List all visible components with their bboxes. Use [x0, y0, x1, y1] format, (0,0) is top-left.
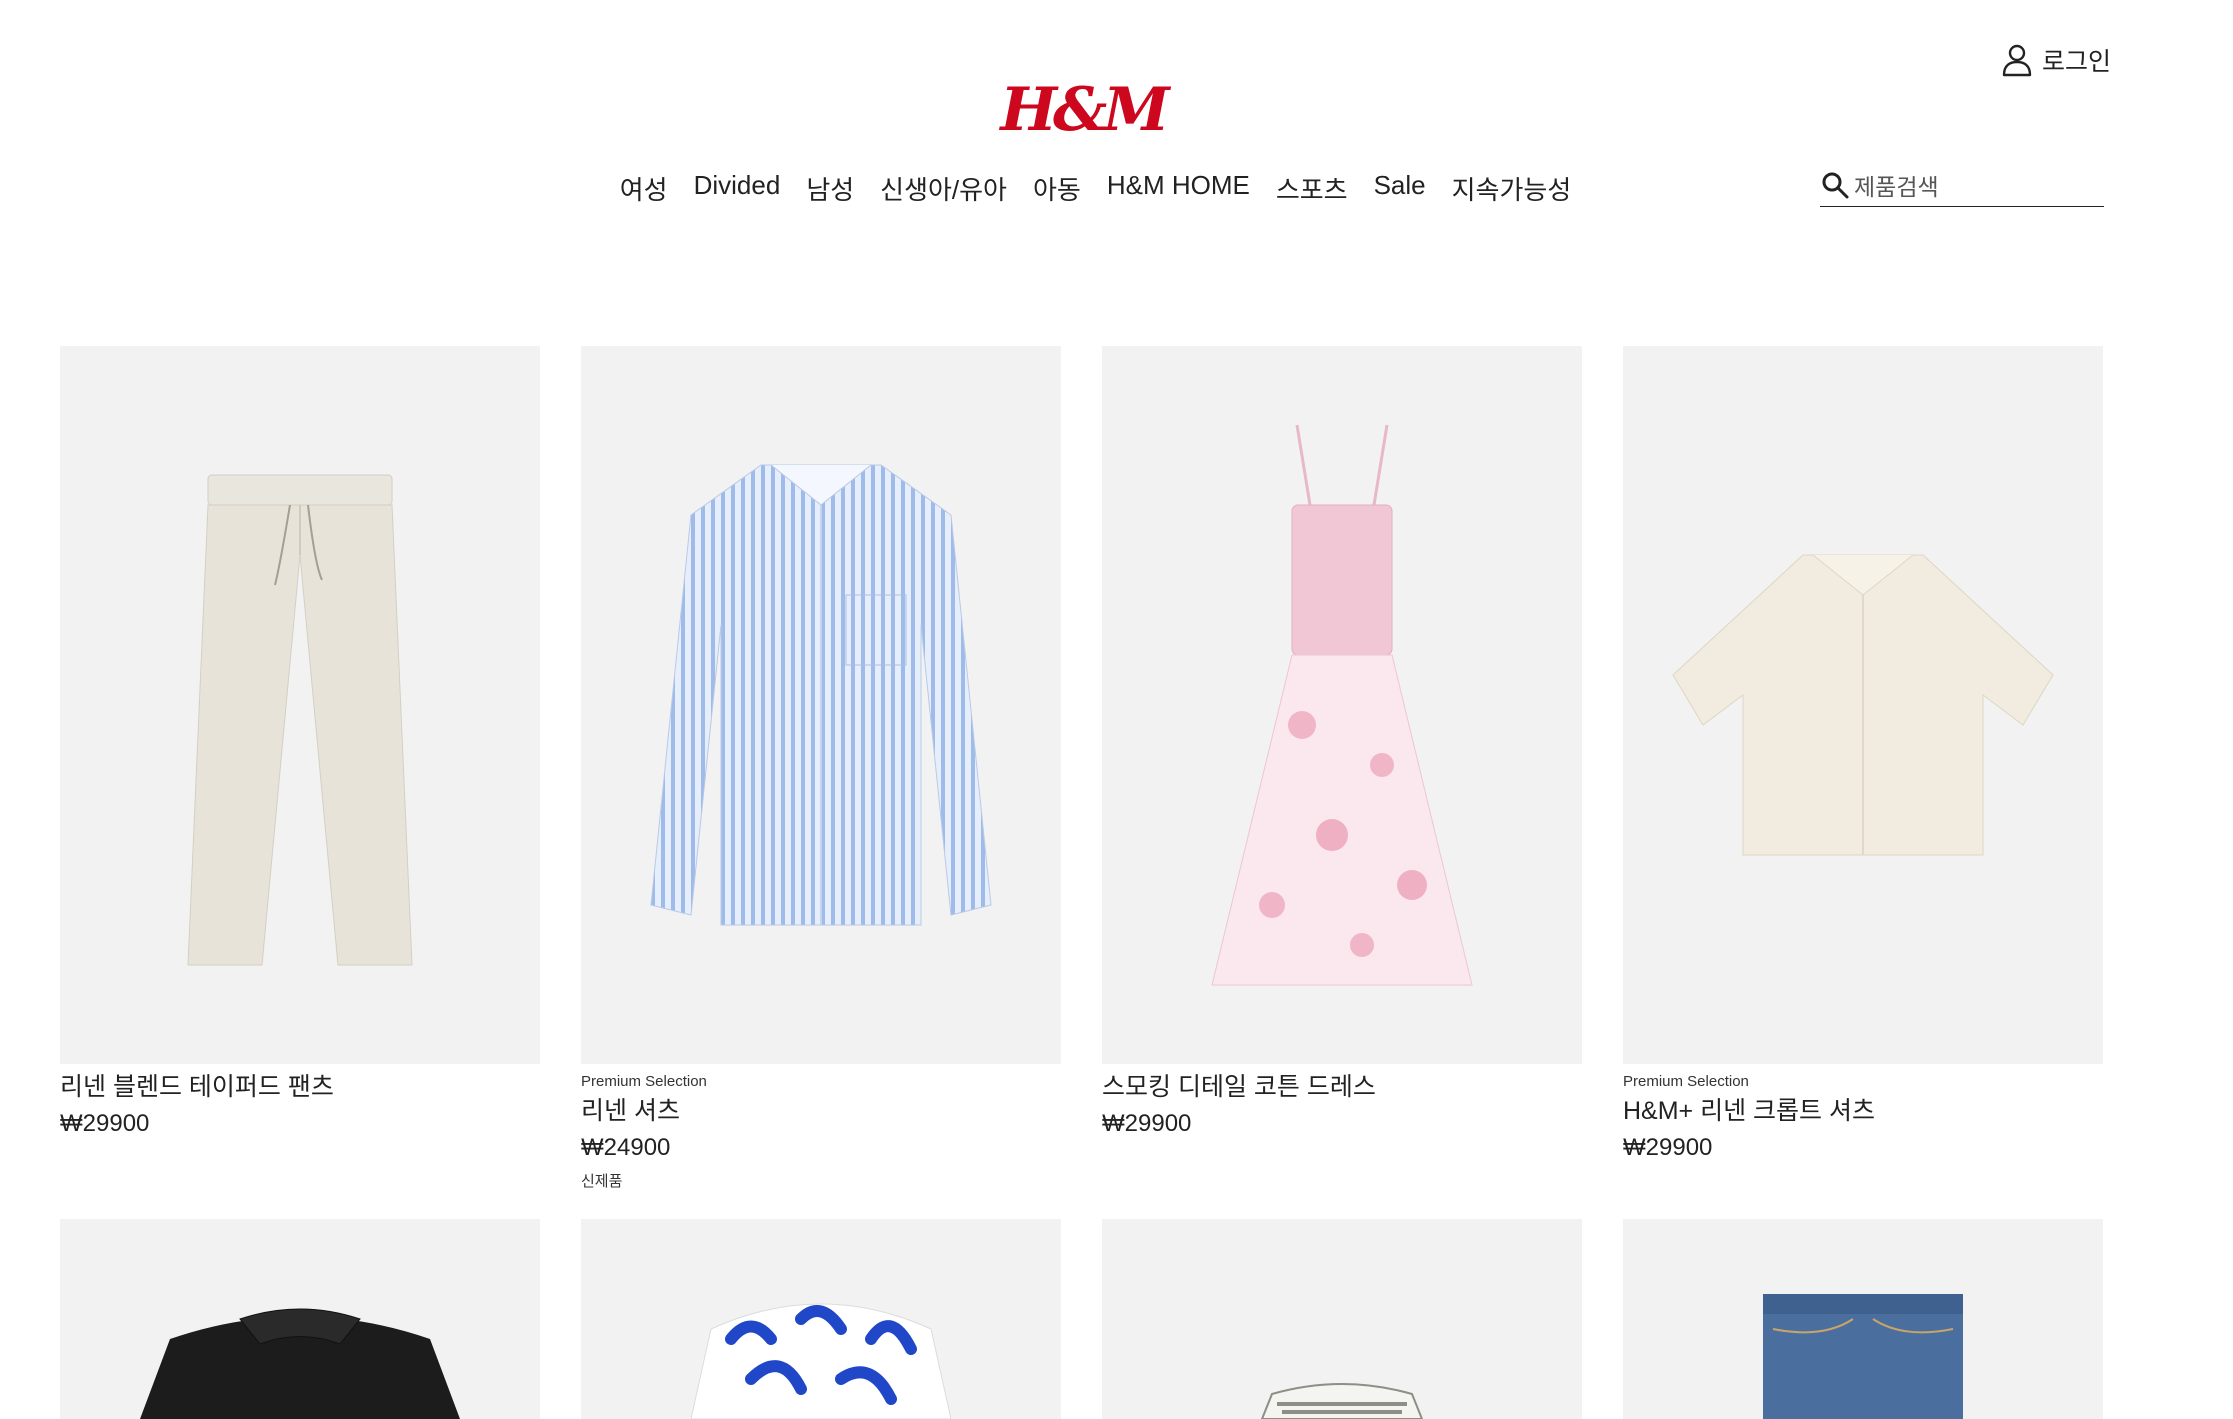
nav-item-sustainability[interactable]: 지속가능성 [1452, 170, 1572, 207]
product-image[interactable] [1623, 346, 2103, 1064]
nav-item-home[interactable]: H&M HOME [1107, 170, 1250, 207]
product-image[interactable] [1623, 1219, 2103, 1419]
product-image[interactable] [581, 346, 1061, 1064]
hm-logo[interactable]: H&M [1000, 72, 1169, 148]
product-image[interactable] [60, 346, 540, 1064]
nav-item-kids[interactable]: 아동 [1033, 170, 1081, 207]
product-tag: Premium Selection [581, 1073, 707, 1090]
product-price: ₩29900 [1102, 1110, 1192, 1137]
product-name: 리넨 셔츠 [581, 1097, 680, 1125]
product-image[interactable] [581, 1219, 1061, 1419]
product-image[interactable] [1102, 346, 1582, 1064]
nav-item-divided[interactable]: Divided [694, 170, 781, 207]
login-link[interactable]: 로그인 [1998, 40, 2111, 80]
product-image[interactable] [60, 1219, 540, 1419]
nav-item-sport[interactable]: 스포츠 [1276, 170, 1348, 207]
product-price: ₩29900 [60, 1110, 150, 1137]
product-card[interactable] [60, 1219, 540, 1419]
search-input[interactable] [1854, 173, 2094, 201]
product-name: 리넨 블렌드 테이퍼드 팬츠 [60, 1073, 334, 1101]
product-card[interactable] [1102, 1219, 1582, 1419]
product-card[interactable]: Premium Selection 리넨 셔츠 ₩24900 신제품 [581, 346, 1061, 1191]
user-icon [1998, 41, 2036, 79]
product-card[interactable]: Premium Selection H&M+ 리넨 크롭트 셔츠 ₩29900 [1623, 346, 2103, 1191]
login-label: 로그인 [2041, 48, 2111, 76]
product-card[interactable] [1623, 1219, 2103, 1419]
search-box [1820, 168, 2104, 207]
product-price: ₩29900 [1623, 1134, 1713, 1161]
new-badge: 신제품 [581, 1173, 623, 1190]
product-grid: 리넨 블렌드 테이퍼드 팬츠 ₩29900 Premium Selection … [60, 346, 2103, 1419]
product-name: H&M+ 리넨 크롭트 셔츠 [1623, 1097, 1875, 1125]
nav-item-sale[interactable]: Sale [1374, 170, 1426, 207]
product-card[interactable]: 리넨 블렌드 테이퍼드 팬츠 ₩29900 [60, 346, 540, 1191]
product-name: 스모킹 디테일 코튼 드레스 [1102, 1073, 1376, 1101]
product-image[interactable] [1102, 1219, 1582, 1419]
search-icon[interactable] [1820, 170, 1850, 205]
product-card[interactable]: 스모킹 디테일 코튼 드레스 ₩29900 [1102, 346, 1582, 1191]
product-price: ₩24900 [581, 1134, 671, 1161]
nav-item-men[interactable]: 남성 [806, 170, 854, 207]
nav-item-women[interactable]: 여성 [620, 170, 668, 207]
product-tag: Premium Selection [1623, 1073, 1749, 1090]
nav-item-baby[interactable]: 신생아/유아 [880, 170, 1007, 207]
product-card[interactable] [581, 1219, 1061, 1419]
